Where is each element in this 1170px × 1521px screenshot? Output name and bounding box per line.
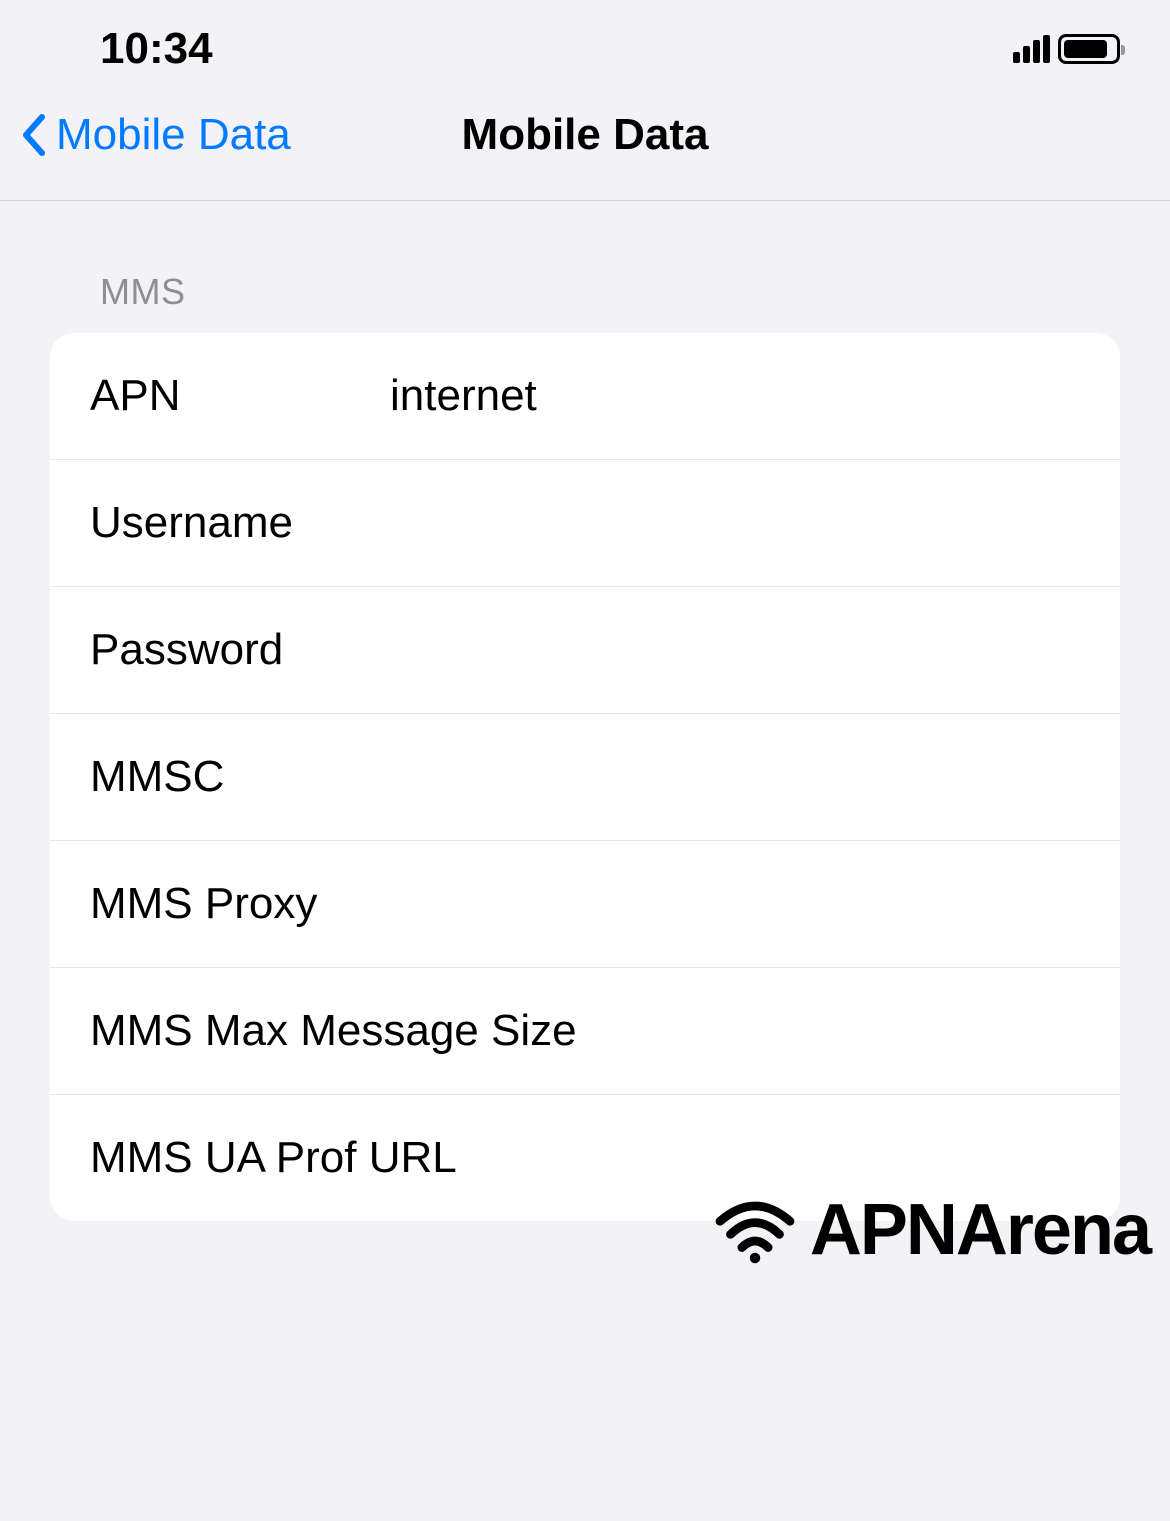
settings-row-apn[interactable]: APN: [50, 333, 1120, 460]
signal-icon: [1013, 35, 1050, 63]
back-label: Mobile Data: [56, 110, 291, 160]
row-label: MMS UA Prof URL: [90, 1133, 457, 1183]
row-label: APN: [90, 371, 390, 421]
settings-row-mmsc[interactable]: MMSC: [50, 714, 1120, 841]
section-header: MMS: [50, 271, 1120, 333]
back-button[interactable]: Mobile Data: [20, 110, 291, 160]
row-label: Password: [90, 625, 390, 675]
mmsc-input[interactable]: [390, 752, 1080, 802]
mms-ua-prof-input[interactable]: [457, 1133, 1080, 1183]
watermark-text: APNArena: [810, 1189, 1150, 1271]
row-label: MMS Max Message Size: [90, 1006, 577, 1056]
content-area: MMS APN Username Password MMSC MMS Proxy…: [0, 201, 1170, 1221]
password-input[interactable]: [390, 625, 1080, 675]
nav-bar: Mobile Data Mobile Data: [0, 80, 1170, 201]
settings-row-mms-proxy[interactable]: MMS Proxy: [50, 841, 1120, 968]
settings-row-mms-max-size[interactable]: MMS Max Message Size: [50, 968, 1120, 1095]
row-label: MMS Proxy: [90, 879, 390, 929]
status-icons: [1013, 34, 1120, 64]
battery-icon: [1058, 34, 1120, 64]
apn-input[interactable]: [390, 371, 1080, 421]
settings-row-username[interactable]: Username: [50, 460, 1120, 587]
chevron-left-icon: [20, 113, 46, 157]
row-label: MMSC: [90, 752, 390, 802]
username-input[interactable]: [390, 498, 1080, 548]
watermark-logo: APNArena: [710, 1189, 1150, 1271]
page-title: Mobile Data: [462, 110, 709, 160]
row-label: Username: [90, 498, 390, 548]
status-time: 10:34: [100, 24, 213, 74]
mms-proxy-input[interactable]: [390, 879, 1080, 929]
wifi-icon: [710, 1195, 800, 1265]
settings-group: APN Username Password MMSC MMS Proxy MMS…: [50, 333, 1120, 1221]
mms-max-size-input[interactable]: [577, 1006, 1080, 1056]
status-bar: 10:34: [0, 0, 1170, 80]
settings-row-password[interactable]: Password: [50, 587, 1120, 714]
